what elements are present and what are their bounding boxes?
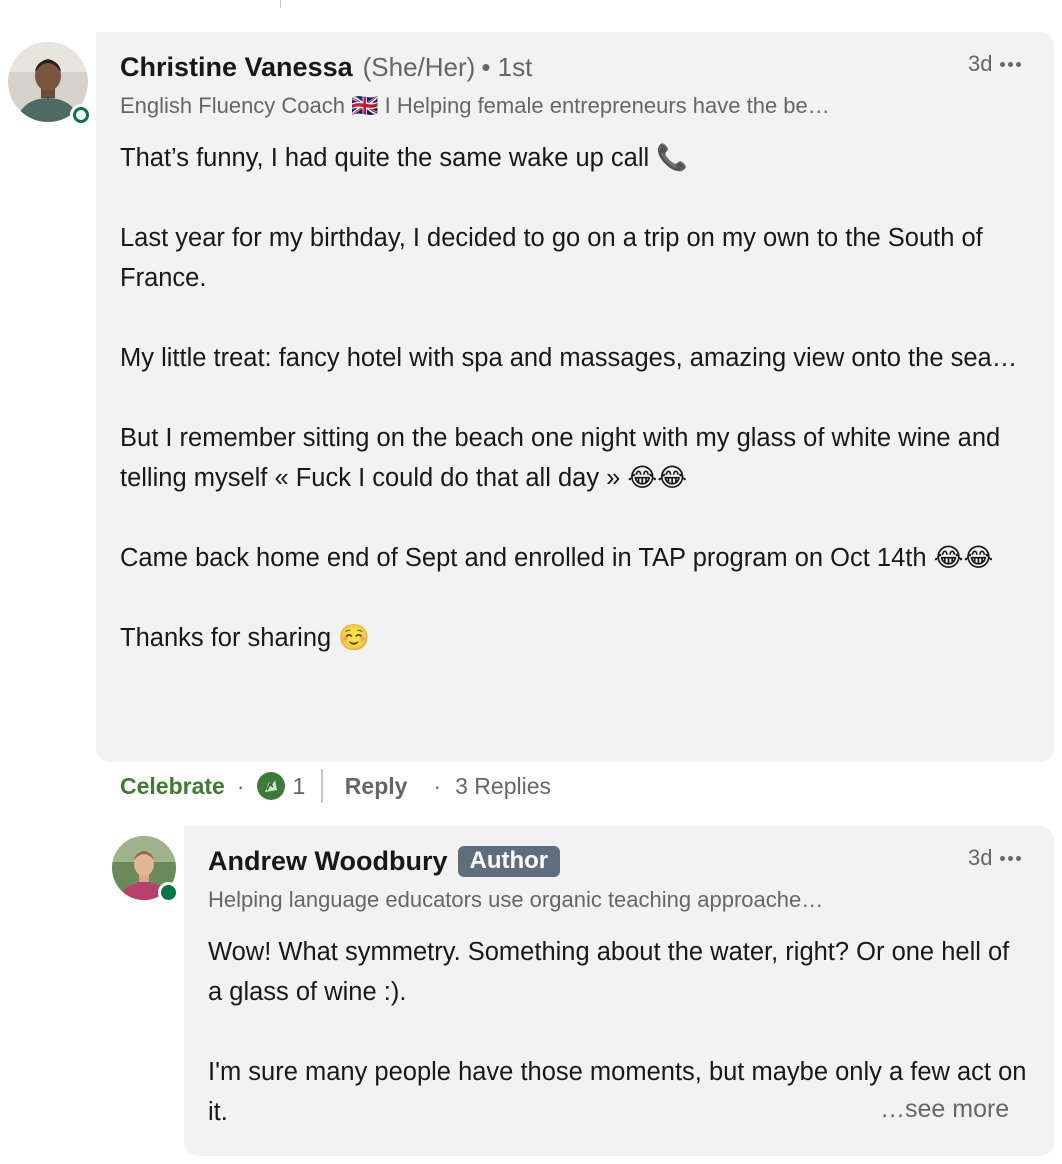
comment-text: That’s funny, I had quite the same wake … [120, 138, 1025, 658]
comment-paragraph: Thanks for sharing ☺️ [120, 624, 371, 652]
reply-timestamp: 3d [968, 845, 1022, 871]
author-headline: Helping language educators use organic t… [208, 887, 824, 912]
connection-degree: • 1st [481, 52, 533, 82]
comment-paragraph: My little treat: fancy hotel with spa an… [120, 344, 1018, 372]
author-headline: English Fluency Coach 🇬🇧 I Helping femal… [120, 93, 830, 118]
comment-paragraph: Came back home end of Sept and enrolled … [120, 544, 994, 572]
more-options-icon[interactable] [1000, 61, 1022, 67]
online-status-indicator [70, 104, 92, 126]
reply-button[interactable]: Reply [345, 773, 408, 800]
comment-actions: Celebrate · 1 Reply · 3 Replies [120, 768, 551, 804]
celebrate-reaction-icon[interactable] [256, 772, 285, 800]
reaction-count[interactable]: 1 [293, 773, 306, 800]
author-name[interactable]: Christine Vanessa [120, 52, 353, 83]
reply-paragraph: Wow! What symmetry. Something about the … [208, 938, 1010, 1006]
reaction-button[interactable]: Celebrate [120, 773, 225, 800]
action-divider [321, 769, 323, 803]
avatar[interactable] [8, 42, 92, 126]
timestamp-text: 3d [968, 845, 993, 870]
comment-paragraph: But I remember sitting on the beach one … [120, 424, 1001, 492]
previous-comment-actions [220, 0, 281, 8]
author-name[interactable]: Andrew Woodbury [208, 846, 448, 877]
more-options-icon[interactable] [1000, 855, 1022, 861]
online-status-indicator [158, 882, 179, 903]
reply-author-line: Andrew Woodbury Author [208, 846, 561, 879]
reply-avatar[interactable] [112, 836, 179, 903]
see-more-link[interactable]: …see more [880, 1095, 1009, 1124]
author-pronouns: (She/Her) [362, 52, 476, 82]
action-separator [280, 0, 281, 8]
comment-paragraph: Last year for my birthday, I decided to … [120, 224, 983, 292]
comment-timestamp: 3d [968, 51, 1022, 77]
author-badge: Author [457, 846, 561, 877]
timestamp-text: 3d [968, 51, 993, 76]
comment-paragraph: That’s funny, I had quite the same wake … [120, 144, 689, 172]
comment-author-line: Christine Vanessa (She/Her) • 1st [120, 52, 532, 83]
replies-count-link[interactable]: 3 Replies [455, 773, 551, 800]
dot-separator: · [433, 772, 442, 799]
dot-separator: · [236, 772, 245, 799]
